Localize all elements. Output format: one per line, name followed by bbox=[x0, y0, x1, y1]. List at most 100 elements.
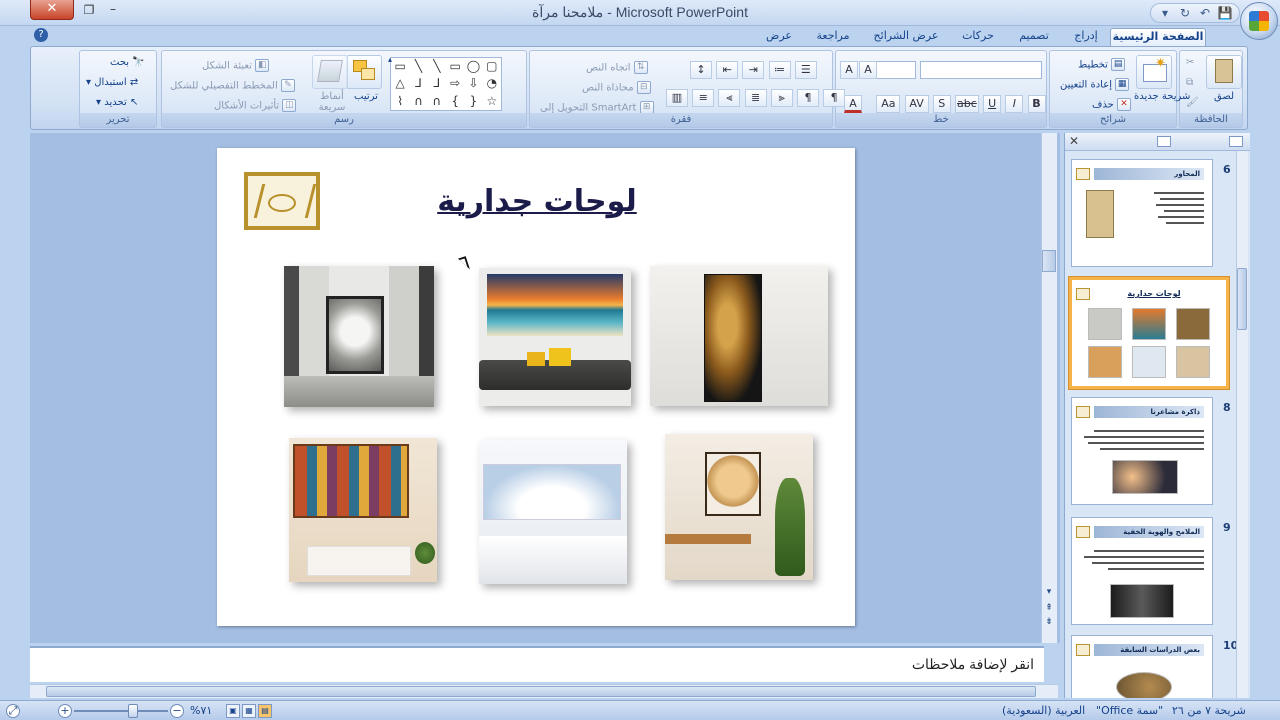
editor-scroll-thumb[interactable] bbox=[1042, 250, 1056, 272]
slide-title[interactable]: لوحات جدارية bbox=[427, 184, 647, 219]
close-window-button[interactable]: ✕ bbox=[30, 0, 74, 20]
previous-slide-icon[interactable]: ⇞ bbox=[1043, 602, 1055, 614]
close-pane-icon[interactable]: ✕ bbox=[1069, 134, 1079, 148]
wall-art-lion-image[interactable] bbox=[650, 266, 828, 406]
character-spacing-button[interactable]: AV bbox=[904, 95, 929, 113]
shape-fill-button[interactable]: تعبئة الشكل ◧ bbox=[202, 59, 270, 72]
arrow-right-icon[interactable]: ⇨ bbox=[446, 75, 464, 92]
tab-slideshow[interactable]: عرض الشرائح bbox=[866, 28, 946, 46]
select-button[interactable]: ▾ تحديد ↖ bbox=[96, 97, 138, 108]
shadow-button[interactable]: S bbox=[932, 95, 951, 113]
save-icon[interactable]: 💾 bbox=[1217, 6, 1233, 20]
align-left-icon[interactable]: ⫷ bbox=[718, 89, 741, 107]
scroll-down-icon[interactable]: ▾ bbox=[1043, 586, 1055, 598]
slide-editor[interactable]: لوحات جدارية bbox=[30, 133, 1060, 643]
tab-view[interactable]: عرض bbox=[760, 28, 798, 46]
arrange-button[interactable] bbox=[346, 55, 382, 89]
wall-art-clouds-image[interactable] bbox=[479, 440, 627, 584]
underline-button[interactable]: U bbox=[983, 95, 1002, 113]
wall-art-horse-image[interactable] bbox=[284, 266, 434, 407]
notes-pane[interactable]: انقر لإضافة ملاحظات bbox=[30, 646, 1044, 682]
strikethrough-button[interactable]: abc bbox=[954, 95, 979, 113]
italic-button[interactable]: I bbox=[1005, 95, 1024, 113]
outline-tab-icon[interactable] bbox=[1157, 136, 1171, 147]
thumbnails-scrollbar[interactable] bbox=[1236, 151, 1248, 698]
justify-icon[interactable]: ≡ bbox=[692, 89, 715, 107]
change-case-button[interactable]: Aa bbox=[876, 95, 901, 113]
line-icon[interactable]: ╲ bbox=[428, 58, 446, 75]
triangle-icon[interactable]: △ bbox=[391, 75, 409, 92]
language-indicator[interactable]: العربية (السعودية) bbox=[1002, 704, 1085, 717]
curve-icon[interactable]: ∩ bbox=[428, 93, 446, 110]
fit-to-window-icon[interactable]: ⤢ bbox=[6, 704, 20, 718]
increase-indent-icon[interactable]: ⇥ bbox=[742, 61, 765, 79]
align-right-icon[interactable]: ⫸ bbox=[770, 89, 793, 107]
cut-icon[interactable]: ✂ bbox=[1186, 57, 1194, 68]
zoom-level[interactable]: %٧١ bbox=[190, 704, 212, 717]
editor-vertical-scrollbar[interactable] bbox=[1041, 133, 1057, 643]
help-icon[interactable]: ? bbox=[34, 28, 48, 42]
connector-icon[interactable]: ⅃ bbox=[428, 75, 446, 92]
reset-button[interactable]: إعادة التعيين ▦ bbox=[1060, 78, 1130, 91]
undo-icon[interactable]: ↶ bbox=[1197, 6, 1213, 20]
font-size-combo[interactable] bbox=[876, 61, 916, 79]
current-slide[interactable]: لوحات جدارية bbox=[217, 148, 855, 626]
line-spacing-icon[interactable]: ↕ bbox=[690, 61, 712, 79]
ltr-icon[interactable]: ¶ bbox=[823, 89, 846, 107]
font-color-button[interactable]: A bbox=[844, 95, 862, 113]
new-slide-button[interactable]: ✷ bbox=[1136, 55, 1172, 89]
curve-icon[interactable]: ∩ bbox=[409, 93, 427, 110]
brace-icon[interactable]: } bbox=[464, 93, 482, 110]
tab-review[interactable]: مراجعة bbox=[810, 28, 856, 46]
rounded-rect-icon[interactable]: ▢ bbox=[483, 58, 501, 75]
callout-icon[interactable]: ◔ bbox=[483, 75, 501, 92]
bullets-icon[interactable]: ☰ bbox=[794, 61, 817, 79]
align-text-button[interactable]: محاذاة النص ⊟ bbox=[582, 81, 651, 94]
thumbnails-scroll-thumb[interactable] bbox=[1237, 268, 1247, 330]
next-slide-icon[interactable]: ⇟ bbox=[1043, 616, 1055, 628]
slide-thumbnail-8[interactable]: ذاكرة مشاعرنا bbox=[1071, 397, 1213, 505]
wall-art-city-image[interactable] bbox=[289, 438, 437, 582]
customize-icon[interactable]: ▾ bbox=[1157, 6, 1173, 20]
freeform-icon[interactable]: ⌇ bbox=[391, 93, 409, 110]
brace-icon[interactable]: { bbox=[446, 93, 464, 110]
line-icon[interactable]: ╲ bbox=[409, 58, 427, 75]
redo-icon[interactable]: ↻ bbox=[1177, 6, 1193, 20]
slide-thumbnail-10[interactable]: بعض الدراسات السابقة bbox=[1071, 635, 1213, 698]
rectangle-icon[interactable]: ▭ bbox=[446, 58, 464, 75]
slide-thumbnail-6[interactable]: المحاور bbox=[1071, 159, 1213, 267]
font-name-combo[interactable] bbox=[920, 61, 1042, 79]
align-center-icon[interactable]: ≣ bbox=[744, 89, 767, 107]
oval-icon[interactable]: ◯ bbox=[464, 58, 482, 75]
sorter-view-icon[interactable]: ▦ bbox=[242, 704, 256, 718]
office-button[interactable] bbox=[1240, 2, 1278, 40]
wall-art-silhouette-image[interactable] bbox=[665, 434, 813, 580]
star-icon[interactable]: ☆ bbox=[483, 93, 501, 110]
replace-button[interactable]: ▾ استبدال ⇄ bbox=[86, 77, 138, 88]
slide-thumbnail-9[interactable]: الملامح والهوية الخفية bbox=[1071, 517, 1213, 625]
arrow-down-icon[interactable]: ⇩ bbox=[464, 75, 482, 92]
tab-insert[interactable]: إدراج bbox=[1066, 28, 1106, 46]
zoom-out-icon[interactable]: − bbox=[170, 704, 184, 718]
grow-font-button[interactable]: A bbox=[859, 61, 877, 79]
zoom-slider-knob[interactable] bbox=[128, 704, 138, 718]
tab-home[interactable]: الصفحة الرئيسية bbox=[1110, 28, 1206, 46]
shape-outline-button[interactable]: المخطط التفصيلي للشكل ✎ bbox=[170, 79, 295, 92]
slides-tab-icon[interactable] bbox=[1229, 136, 1243, 147]
layout-button[interactable]: تخطيط ▤ bbox=[1078, 58, 1126, 71]
notes-placeholder[interactable]: انقر لإضافة ملاحظات bbox=[912, 656, 1034, 673]
text-direction-button[interactable]: اتجاه النص ⇅ bbox=[586, 61, 648, 74]
restore-window-button[interactable]: ❐ bbox=[78, 0, 100, 20]
decrease-indent-icon[interactable]: ⇤ bbox=[716, 61, 739, 79]
horizontal-scroll-thumb[interactable] bbox=[46, 686, 1036, 697]
tab-design[interactable]: تصميم bbox=[1012, 28, 1056, 46]
zoom-slider[interactable] bbox=[74, 710, 168, 712]
logo-image[interactable] bbox=[244, 172, 320, 230]
quick-styles-button[interactable] bbox=[312, 55, 348, 89]
tab-animations[interactable]: حركات bbox=[956, 28, 1000, 46]
slideshow-view-icon[interactable]: ▣ bbox=[226, 704, 240, 718]
columns-icon[interactable]: ▥ bbox=[666, 89, 688, 107]
zoom-in-icon[interactable]: + bbox=[58, 704, 72, 718]
delete-slide-button[interactable]: حذف ✕ bbox=[1092, 98, 1131, 111]
gallery-scroll-up-icon[interactable]: ▴ bbox=[388, 55, 398, 64]
